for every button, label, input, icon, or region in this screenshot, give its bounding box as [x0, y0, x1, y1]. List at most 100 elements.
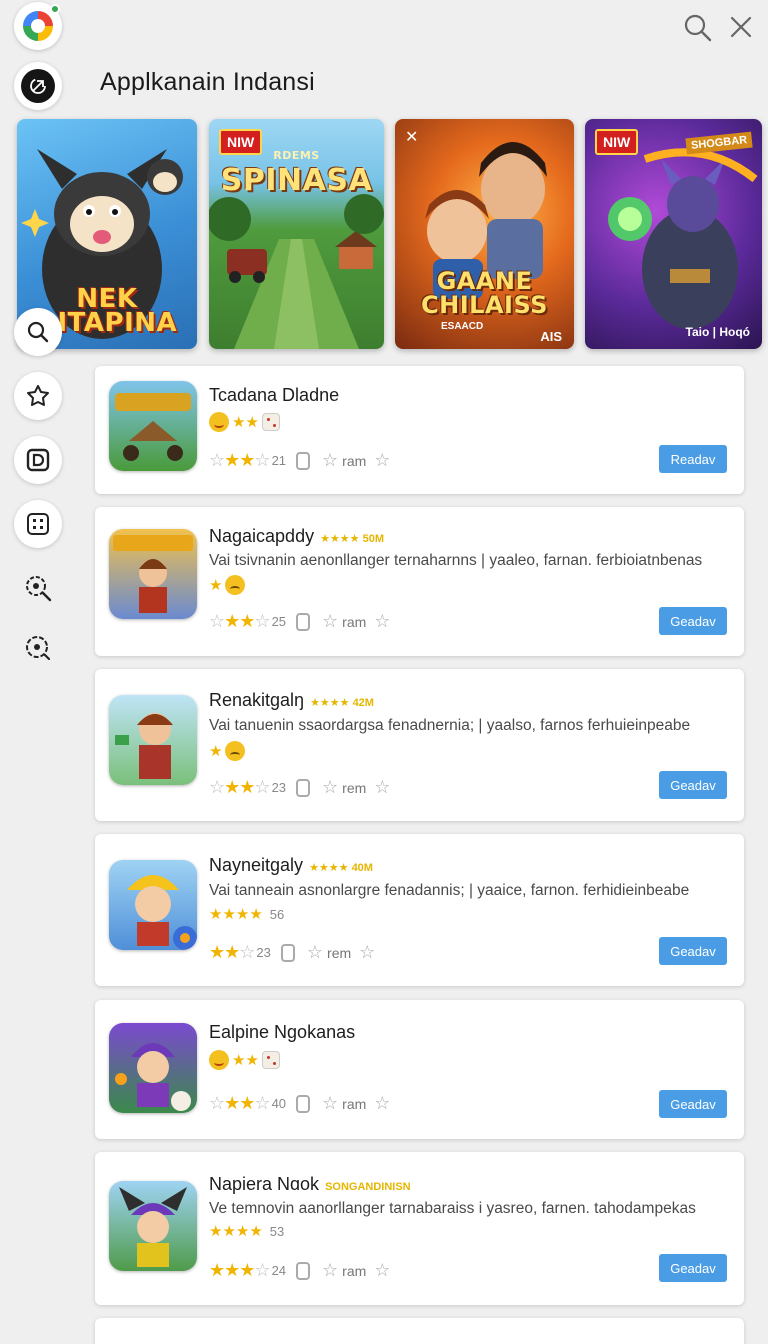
banner-3[interactable]: ✕ GAANE CHILAISS ESAACD AIS: [395, 119, 574, 349]
ram-label: ram: [342, 452, 367, 469]
rating-count: 23: [256, 945, 271, 960]
banner-4-corner-text: Taio | Hoqó: [685, 325, 750, 339]
star-outline-icon: ☆: [374, 611, 391, 631]
rating-count: 24: [271, 1263, 287, 1278]
search-icon: [27, 321, 49, 343]
app-card[interactable]: Tcadana Dladne ★★ ☆★★☆ 21 ☆ ram ☆ Readav: [95, 366, 744, 494]
app-icon: [109, 1181, 197, 1271]
app-card[interactable]: Renakitgalŋ ★★★★ 42M Vai tanuenin ssaorda…: [95, 669, 744, 821]
new-badge: NIW: [595, 129, 639, 155]
app-tag: ★★★★ 40M: [309, 862, 373, 874]
app-description: Vai tanneain asnonlargre fenadannis; | y…: [209, 882, 690, 899]
dice-icon: [261, 1051, 280, 1069]
page-title: Applkanain Indansi: [100, 68, 315, 96]
mini-rating: ★: [209, 575, 246, 595]
favorites-rail-button[interactable]: [14, 372, 62, 420]
ram-label: ram: [342, 1262, 367, 1279]
bookmark-icon: [296, 1094, 311, 1113]
app-name: Tcadana Dladne: [209, 385, 340, 405]
top-bar: [0, 0, 768, 60]
get-button[interactable]: Geadav: [659, 1090, 727, 1118]
pin-icon: ✕: [405, 129, 419, 146]
mini-rating: ★★★★ 53: [209, 1222, 284, 1240]
mini-rating: ★★★★ 56: [209, 905, 284, 923]
bookmark-icon: [296, 612, 311, 631]
banner-3-corner-text: AIS: [540, 329, 562, 344]
mini-rating: ★★: [209, 1050, 280, 1070]
banner-3-small-text: ESAACD: [441, 321, 484, 332]
search-rail-button[interactable]: [14, 308, 62, 356]
get-button[interactable]: Geadav: [659, 937, 727, 965]
back-button[interactable]: [14, 62, 62, 110]
happy-emoji-icon: [209, 1050, 229, 1070]
app-card[interactable]: Ealpine Ngokanas ★★ ☆★★☆ 40 ☆ ram ☆ Geadav: [95, 1000, 744, 1139]
app-card[interactable]: Napiera Nɑok SONGANDINISN Ve temnovin aan…: [95, 1152, 744, 1305]
banner-2-title: SPINASA: [220, 163, 373, 198]
ram-label: ram: [342, 613, 367, 630]
rating-count: 40: [271, 1096, 287, 1111]
star-outline-icon: ☆: [322, 611, 339, 631]
bookmark-icon: [296, 1261, 311, 1280]
star-outline-icon: ☆: [374, 450, 391, 470]
app-meta: ☆★★☆ 23 ☆ rem ☆: [209, 777, 391, 797]
app-logo-icon[interactable]: [14, 2, 62, 50]
app-description: Vai tsivnanin aenonllanger ternaharnns |…: [209, 552, 703, 569]
app-tag: ★★★★ 42M: [310, 697, 374, 709]
ram-label: rem: [342, 779, 367, 796]
app-card[interactable]: Nagaicapddy ★★★★ 50M Vai tsivnanin aenonl…: [95, 507, 744, 656]
mini-rating: ★★: [209, 412, 280, 432]
bookmark-icon: [280, 943, 295, 962]
library-rail-button[interactable]: [14, 436, 62, 484]
app-tag: ★★★★ 50M: [320, 533, 384, 545]
discover-rail-button[interactable]: [14, 564, 62, 612]
ram-label: ram: [342, 1095, 367, 1112]
mini-count: 56: [269, 906, 285, 922]
star-outline-icon: ☆: [322, 777, 339, 797]
search-icon[interactable]: [680, 10, 714, 44]
bookmark-icon: [296, 778, 311, 797]
app-card[interactable]: Nayneitgaly ★★★★ 40M Vai tanneain asnonla…: [95, 834, 744, 986]
app-icon: [109, 695, 197, 785]
banner-2[interactable]: NIW RDEMS SPINASA: [209, 119, 384, 349]
puzzle-star-icon: [27, 385, 49, 406]
mini-count: 53: [269, 1223, 285, 1239]
rating-count: 25: [271, 614, 287, 629]
categories-rail-button[interactable]: [14, 500, 62, 548]
grid-icon: [27, 513, 49, 535]
app-name: Nagaicapddy: [209, 526, 315, 546]
star-outline-icon: ☆: [374, 777, 391, 797]
banner-4[interactable]: NIW SHOGBAR Taio | Hoqó: [585, 119, 762, 349]
app-name-row: Napiera Nɑok SONGANDINISN: [209, 1174, 411, 1195]
app-name-row: Nayneitgaly ★★★★ 40M: [209, 855, 373, 876]
get-button[interactable]: Geadav: [659, 1254, 727, 1282]
gear-icon: [26, 636, 51, 661]
app-card[interactable]: [95, 1318, 744, 1344]
back-arrow-icon: [30, 78, 46, 94]
app-meta: ★★★☆ 24 ☆ ram ☆: [209, 1260, 391, 1280]
get-button[interactable]: Geadav: [659, 607, 727, 635]
rating-count: 23: [271, 780, 287, 795]
banner-2-subtitle: RDEMS: [273, 149, 320, 162]
get-button[interactable]: Geadav: [659, 771, 727, 799]
star-outline-icon: ☆: [322, 1093, 339, 1113]
star-outline-icon: ☆: [374, 1093, 391, 1113]
get-button[interactable]: Readav: [659, 445, 727, 473]
square-d-icon: [26, 448, 50, 472]
banner-3-title: GAANE CHILAISS: [421, 267, 548, 319]
star-outline-icon: ☆: [322, 1260, 339, 1280]
app-meta: ☆★★☆ 25 ☆ ram ☆: [209, 611, 391, 631]
app-name-row: Nagaicapddy ★★★★ 50M: [209, 526, 384, 547]
mini-rating: ★: [209, 741, 246, 761]
mini-stars: ★★★★: [209, 906, 263, 923]
app-meta: ☆★★☆ 40 ☆ ram ☆: [209, 1093, 391, 1113]
ram-label: rem: [327, 944, 352, 961]
star-outline-icon: ☆: [374, 1260, 391, 1280]
app-name: Renakitgalŋ: [209, 690, 305, 710]
close-icon[interactable]: [724, 10, 758, 44]
app-meta: ★★☆ 23 ☆ rem ☆: [209, 942, 376, 962]
app-description: Vai tanuenin ssaordargsa fenadnernia; | …: [209, 717, 691, 734]
app-icon: [109, 381, 197, 471]
star-outline-icon: ☆: [306, 942, 324, 962]
app-icon: [109, 860, 197, 950]
settings-rail-button[interactable]: [14, 624, 62, 672]
